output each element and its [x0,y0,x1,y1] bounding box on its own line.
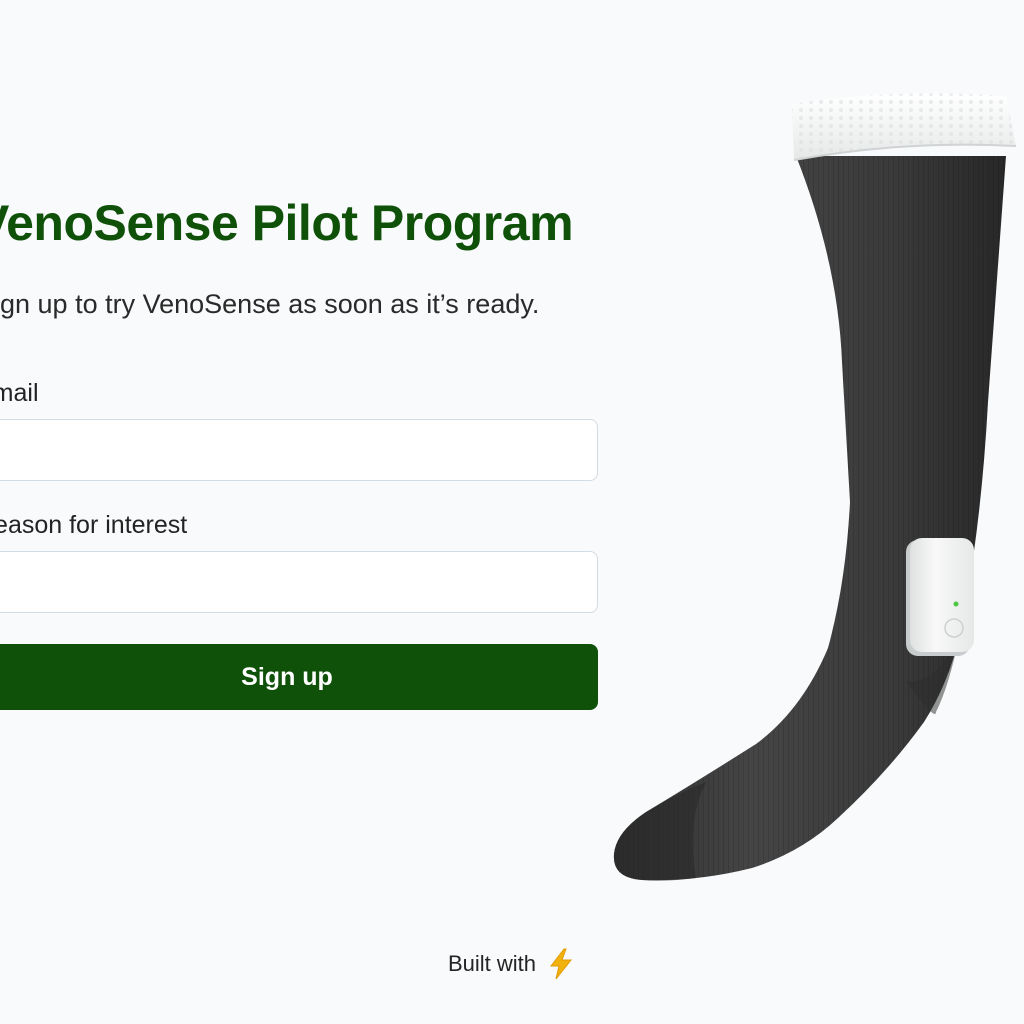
email-input[interactable] [0,419,598,481]
sock-with-sensor-image [613,93,1017,881]
sensor-led-icon [953,601,959,607]
reason-label: Reason for interest [0,511,188,539]
lightning-bolt-icon [546,947,576,981]
sign-up-button[interactable]: Sign up [0,644,598,710]
footer: Built with [0,944,1024,984]
product-image [606,82,1024,888]
signup-form: VenoSense Pilot Program Sign up to try V… [0,0,636,1024]
email-label: Email [0,379,39,407]
reason-input[interactable] [0,551,598,613]
page-subtitle: Sign up to try VenoSense as soon as it’s… [0,289,540,319]
signup-page: VenoSense Pilot Program Sign up to try V… [0,0,1024,1024]
sensor-device [906,538,974,656]
footer-text: Built with [447,951,537,976]
page-title: VenoSense Pilot Program [0,195,574,251]
